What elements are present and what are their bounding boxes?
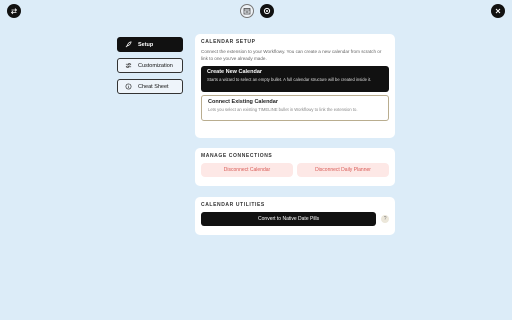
settings-nav: Setup Customization Cheat Sheet: [117, 37, 183, 100]
disconnect-planner-button[interactable]: Disconnect Daily Planner: [297, 163, 389, 177]
connect-calendar-option[interactable]: Connect Existing Calendar Lets you selec…: [201, 95, 389, 121]
convert-date-pills-button[interactable]: Convert to Native Date Pills: [201, 212, 377, 226]
calendar-view-button[interactable]: [240, 4, 254, 18]
info-icon: [124, 83, 132, 91]
option-title: Connect Existing Calendar: [208, 99, 278, 105]
close-button[interactable]: [491, 4, 505, 18]
swap-icon: [10, 8, 18, 15]
section-description: Connect the extension to your Workflowy.…: [201, 49, 382, 61]
switch-view-button[interactable]: [7, 4, 21, 18]
option-description: Starts a wizard to select an empty bulle…: [207, 77, 372, 82]
settings-button[interactable]: [260, 4, 274, 18]
nav-item-label: Cheat Sheet: [138, 83, 169, 90]
option-title: Create New Calendar: [207, 69, 263, 75]
option-description: Lets you select an existing TIMELINE bul…: [208, 107, 358, 112]
help-icon[interactable]: ?: [381, 215, 389, 223]
nav-item-label: Setup: [138, 41, 154, 48]
section-title: CALENDAR UTILITIES: [201, 202, 265, 208]
manage-connections-card: MANAGE CONNECTIONS Disconnect Calendar D…: [195, 148, 395, 186]
calendar-icon: [243, 8, 251, 15]
nav-item-customization[interactable]: Customization: [117, 58, 183, 73]
calendar-setup-card: CALENDAR SETUP Connect the extension to …: [195, 34, 395, 138]
nav-item-cheat-sheet[interactable]: Cheat Sheet: [117, 79, 183, 94]
nav-item-label: Customization: [138, 62, 173, 69]
nav-item-setup[interactable]: Setup: [117, 37, 183, 52]
view-switcher: [240, 4, 274, 18]
gear-icon: [263, 7, 271, 15]
section-title: MANAGE CONNECTIONS: [201, 153, 273, 159]
sliders-icon: [124, 62, 132, 70]
create-calendar-option[interactable]: Create New Calendar Starts a wizard to s…: [201, 66, 389, 92]
section-title: CALENDAR SETUP: [201, 39, 256, 45]
close-icon: [495, 8, 501, 14]
disconnect-calendar-button[interactable]: Disconnect Calendar: [201, 163, 293, 177]
calendar-utilities-card: CALENDAR UTILITIES Convert to Native Dat…: [195, 197, 395, 235]
rocket-icon: [124, 41, 132, 49]
